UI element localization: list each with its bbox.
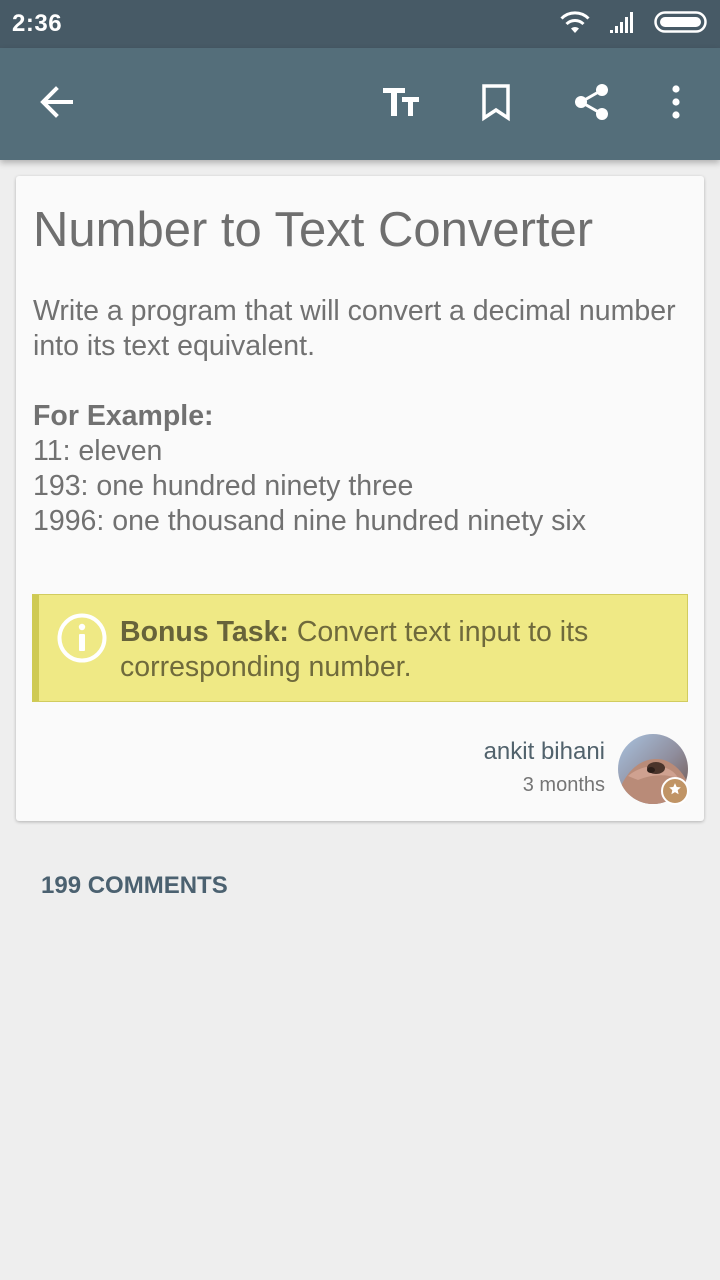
- battery-icon: [654, 10, 708, 39]
- bonus-task-text: Bonus Task: Convert text input to its co…: [120, 615, 680, 685]
- share-button[interactable]: [564, 76, 620, 132]
- post-description: Write a program that will convert a deci…: [33, 295, 676, 362]
- bonus-task-callout: Bonus Task: Convert text input to its co…: [32, 594, 688, 702]
- more-options-button[interactable]: [648, 76, 704, 132]
- star-icon: [668, 782, 682, 801]
- toolbar: [0, 48, 720, 160]
- signal-icon: [608, 10, 638, 39]
- post-timestamp: 3 months: [522, 774, 605, 796]
- bonus-task-label: Bonus Task:: [120, 616, 289, 648]
- comments-header[interactable]: 199 COMMENTS: [41, 872, 228, 900]
- back-arrow-icon: [36, 82, 76, 127]
- status-bar: 2:36: [0, 0, 720, 48]
- avatar-badge: [661, 777, 689, 805]
- wifi-icon: [558, 9, 592, 40]
- example-line: 11: eleven: [33, 435, 163, 467]
- example-line: 193: one hundred ninety three: [33, 470, 414, 502]
- author-name[interactable]: ankit bihani: [484, 738, 605, 766]
- info-icon: [56, 612, 108, 664]
- text-size-icon: [380, 82, 420, 127]
- status-icons: [558, 8, 708, 40]
- bookmark-icon: [479, 82, 513, 127]
- example-heading: For Example:: [33, 400, 214, 432]
- post-card: Number to Text Converter Write a program…: [16, 176, 704, 821]
- bookmark-button[interactable]: [468, 76, 524, 132]
- example-line: 1996: one thousand nine hundred ninety s…: [33, 505, 587, 537]
- text-size-button[interactable]: [372, 76, 428, 132]
- status-time: 2:36: [12, 10, 63, 37]
- more-vert-icon: [668, 82, 684, 127]
- share-icon: [572, 82, 612, 127]
- post-body: Write a program that will convert a deci…: [33, 294, 693, 539]
- back-button[interactable]: [28, 76, 84, 132]
- post-title: Number to Text Converter: [33, 203, 594, 257]
